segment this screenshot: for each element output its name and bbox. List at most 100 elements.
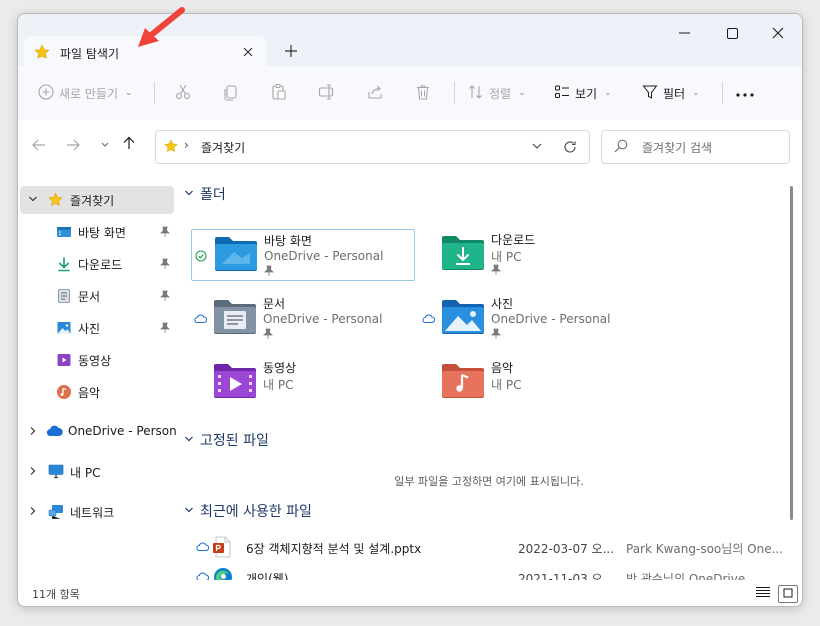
sidebar-item-favorites[interactable]: 즐겨찾기 (20, 186, 174, 214)
quick-access-item[interactable]: 사진 OneDrive - Personal (419, 293, 641, 343)
quick-access-item[interactable]: 동영상 내 PC (191, 357, 413, 407)
chevron-down-icon (184, 432, 194, 448)
sidebar-item-label: 즐겨찾기 (70, 194, 115, 208)
folder-location: OneDrive - Personal (263, 312, 383, 326)
recent-file-row[interactable]: 개인(웹) 2021-11-03 오... 박 광수님의 OneDrive (190, 564, 790, 580)
copy-icon (222, 83, 240, 104)
sidebar-item-label: 네트워크 (70, 506, 115, 520)
recent-file-row[interactable]: 6장 객체지향적 분석 및 설계.pptx 2022-03-07 오... Pa… (190, 534, 790, 560)
breadcrumb-separator[interactable]: › (184, 138, 189, 152)
cloud-icon (46, 424, 63, 441)
vertical-scrollbar[interactable] (790, 186, 793, 520)
tiles-view-button[interactable] (778, 585, 798, 603)
copy-button[interactable] (222, 78, 240, 108)
navigation-pane: 즐겨찾기 바탕 화면 다운로드 문서 사진 동영상 음악 OneDrive - … (18, 172, 184, 580)
new-button[interactable]: 새로 만들기 ⌄ (38, 78, 133, 108)
section-title: 최근에 사용한 파일 (200, 504, 312, 520)
command-bar: 새로 만들기 ⌄ 정렬 ⌄ 보기 ⌄ 필터 ⌄ (18, 66, 802, 121)
forward-button[interactable] (62, 134, 84, 156)
sidebar-item-pictures[interactable]: 사진 (20, 314, 174, 342)
pin-icon (160, 226, 170, 240)
delete-button[interactable] (414, 78, 432, 108)
add-circle-icon (38, 83, 54, 103)
sidebar-item-label: 동영상 (78, 354, 112, 368)
music-icon (56, 384, 72, 403)
folder-location: 내 PC (491, 378, 522, 392)
sidebar-item-network[interactable]: 네트워크 (20, 498, 174, 526)
maximize-button[interactable] (712, 18, 752, 48)
recent-file-name: 개인(웹) (246, 572, 289, 580)
minimize-button[interactable] (664, 18, 704, 48)
chevron-down-icon: ⌄ (604, 88, 612, 98)
pin-icon (160, 258, 170, 272)
sidebar-item-documents[interactable]: 문서 (20, 282, 174, 310)
new-button-label: 새로 만들기 (59, 86, 119, 101)
section-folders[interactable]: 폴더 (184, 184, 226, 204)
chevron-down-icon: ⌄ (518, 88, 526, 98)
video-icon (56, 352, 72, 371)
chevron-right-icon[interactable] (28, 425, 38, 439)
pin-icon (264, 265, 274, 279)
section-recent-files[interactable]: 최근에 사용한 파일 (184, 501, 312, 521)
chevron-down-icon: ⌄ (125, 88, 133, 98)
back-button[interactable] (28, 134, 50, 156)
tab-close-icon[interactable] (238, 42, 258, 62)
search-box[interactable]: 즐겨찾기 검색 (601, 130, 790, 164)
synced-check-icon (195, 250, 207, 265)
sidebar-item-onedrive[interactable]: OneDrive - Persona (20, 418, 184, 446)
section-pinned-files[interactable]: 고정된 파일 (184, 430, 269, 450)
folder-name: 다운로드 (491, 233, 536, 247)
chevron-right-icon[interactable] (28, 505, 38, 519)
breadcrumb-favorites[interactable]: 즐겨찾기 (201, 139, 245, 156)
address-dropdown-icon[interactable] (528, 137, 546, 155)
scissors-icon (174, 83, 192, 104)
details-view-icon (756, 586, 770, 601)
toolbar-divider (722, 82, 723, 104)
tab-title: 파일 탐색기 (60, 47, 120, 61)
star-icon (164, 139, 178, 156)
trash-icon (414, 83, 432, 104)
file-explorer-window: 파일 탐색기 새로 만들기 ⌄ 정렬 ⌄ 보기 ⌄ 필터 ⌄ › 즐겨찾기 즐겨… (17, 13, 803, 607)
item-count: 11개 항목 (32, 588, 80, 601)
new-tab-button[interactable] (280, 40, 302, 62)
edge-web-shortcut-icon (212, 566, 234, 580)
star-icon (48, 192, 63, 210)
monitor-icon (48, 464, 64, 482)
view-button[interactable]: 보기 ⌄ (554, 78, 612, 108)
recent-file-date: 2022-03-07 오... (518, 542, 615, 556)
sidebar-item-music[interactable]: 음악 (20, 378, 174, 406)
downloads-folder-icon (441, 233, 485, 274)
share-button[interactable] (366, 78, 384, 108)
close-window-button[interactable] (758, 18, 798, 48)
more-options-button[interactable] (736, 78, 754, 108)
cut-button[interactable] (174, 78, 192, 108)
refresh-icon[interactable] (560, 137, 580, 157)
sidebar-item-this-pc[interactable]: 내 PC (20, 458, 174, 486)
filter-button[interactable]: 필터 ⌄ (642, 78, 700, 108)
up-button[interactable] (118, 132, 140, 154)
pin-icon (263, 328, 273, 342)
details-view-button[interactable] (754, 585, 772, 601)
folder-name: 음악 (491, 361, 514, 375)
quick-access-item[interactable]: 바탕 화면 OneDrive - Personal (191, 229, 415, 281)
sidebar-item-downloads[interactable]: 다운로드 (20, 250, 174, 278)
rename-icon (318, 83, 336, 104)
annotation-arrow-icon (138, 7, 185, 47)
rename-button[interactable] (318, 78, 336, 108)
sidebar-item-videos[interactable]: 동영상 (20, 346, 174, 374)
address-bar[interactable]: › 즐겨찾기 (155, 130, 590, 164)
sidebar-item-label: 내 PC (70, 466, 101, 480)
sidebar-item-desktop[interactable]: 바탕 화면 (20, 218, 174, 246)
sort-button[interactable]: 정렬 ⌄ (468, 78, 526, 108)
recent-file-name: 6장 객체지향적 분석 및 설계.pptx (246, 542, 422, 556)
sidebar-item-label: 문서 (78, 290, 101, 304)
quick-access-item[interactable]: 문서 OneDrive - Personal (191, 293, 413, 343)
folder-name: 문서 (263, 297, 286, 311)
quick-access-item[interactable]: 음악 내 PC (419, 357, 641, 407)
chevron-right-icon[interactable] (28, 465, 38, 479)
chevron-down-icon[interactable] (28, 193, 38, 207)
paste-button[interactable] (270, 78, 288, 108)
folder-location: 내 PC (263, 378, 294, 392)
recent-locations-button[interactable] (94, 134, 116, 156)
quick-access-item[interactable]: 다운로드 내 PC (419, 229, 641, 279)
